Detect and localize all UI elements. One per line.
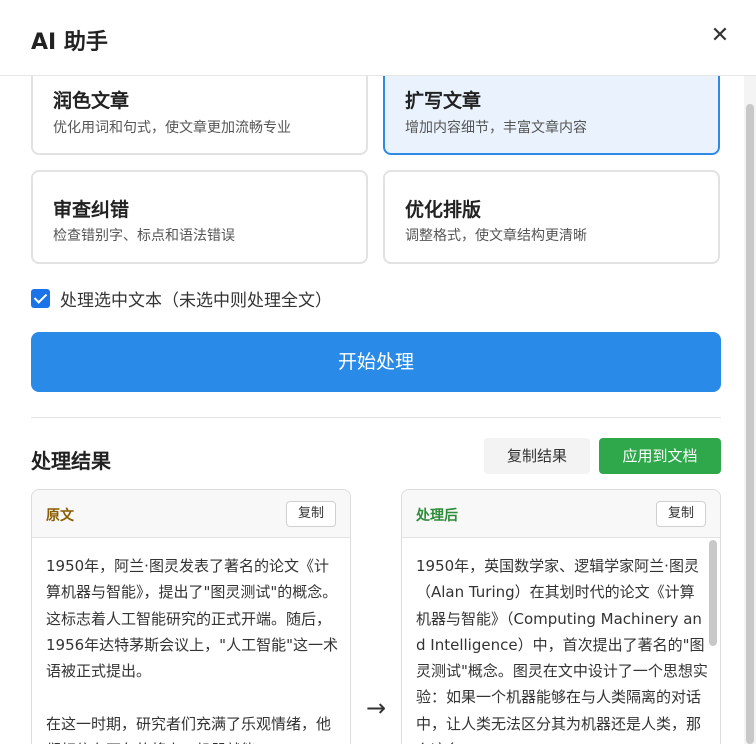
processed-panel: 处理后 复制 1950年，英国数学家、逻辑学家阿兰·图灵（Alan Turing… xyxy=(401,489,721,744)
results-title: 处理结果 xyxy=(31,449,111,473)
option-format-title: 优化排版 xyxy=(405,199,482,221)
option-proofread-desc: 检查错别字、标点和语法错误 xyxy=(53,228,235,244)
processed-label: 处理后 xyxy=(416,508,458,524)
option-expand-title: 扩写文章 xyxy=(405,90,482,112)
copy-original-button[interactable]: 复制 xyxy=(286,501,336,527)
arrow-right-icon: → xyxy=(365,694,387,722)
processed-panel-header: 处理后 复制 xyxy=(402,490,720,538)
option-format-desc: 调整格式，使文章结构更清晰 xyxy=(405,228,587,244)
selected-text-option[interactable]: 处理选中文本（未选中则处理全文） xyxy=(31,286,332,311)
option-polish-desc: 优化用词和句式，使文章更加流畅专业 xyxy=(53,120,291,136)
dialog-header: AI 助手 ✕ xyxy=(0,0,756,76)
original-panel-header: 原文 复制 xyxy=(32,490,350,538)
original-label: 原文 xyxy=(46,508,74,524)
dialog-scrollbar-thumb[interactable] xyxy=(746,104,754,744)
copy-result-button[interactable]: 复制结果 xyxy=(484,438,590,474)
copy-processed-button[interactable]: 复制 xyxy=(656,501,706,527)
original-text: 1950年，阿兰·图灵发表了著名的论文《计算机器与智能》，提出了"图灵测试"的概… xyxy=(46,557,338,744)
selected-text-checkbox[interactable] xyxy=(31,288,50,308)
apply-to-document-button[interactable]: 应用到文档 xyxy=(599,438,721,474)
option-proofread[interactable]: 审查纠错 检查错别字、标点和语法错误 xyxy=(31,170,368,264)
start-processing-button[interactable]: 开始处理 xyxy=(31,332,721,392)
processed-text: 1950年，英国数学家、逻辑学家阿兰·图灵（Alan Turing）在其划时代的… xyxy=(416,557,708,744)
section-divider xyxy=(31,417,721,418)
option-polish-title: 润色文章 xyxy=(53,90,130,112)
original-panel: 原文 复制 1950年，阿兰·图灵发表了著名的论文《计算机器与智能》，提出了"图… xyxy=(31,489,351,744)
selected-text-label[interactable]: 处理选中文本（未选中则处理全文） xyxy=(60,286,332,311)
close-icon[interactable]: ✕ xyxy=(710,25,730,47)
option-format[interactable]: 优化排版 调整格式，使文章结构更清晰 xyxy=(383,170,720,264)
processed-scrollbar[interactable] xyxy=(709,540,717,646)
option-expand-desc: 增加内容细节，丰富文章内容 xyxy=(405,120,587,136)
dialog-title: AI 助手 xyxy=(31,30,108,55)
option-proofread-title: 审查纠错 xyxy=(53,199,130,221)
